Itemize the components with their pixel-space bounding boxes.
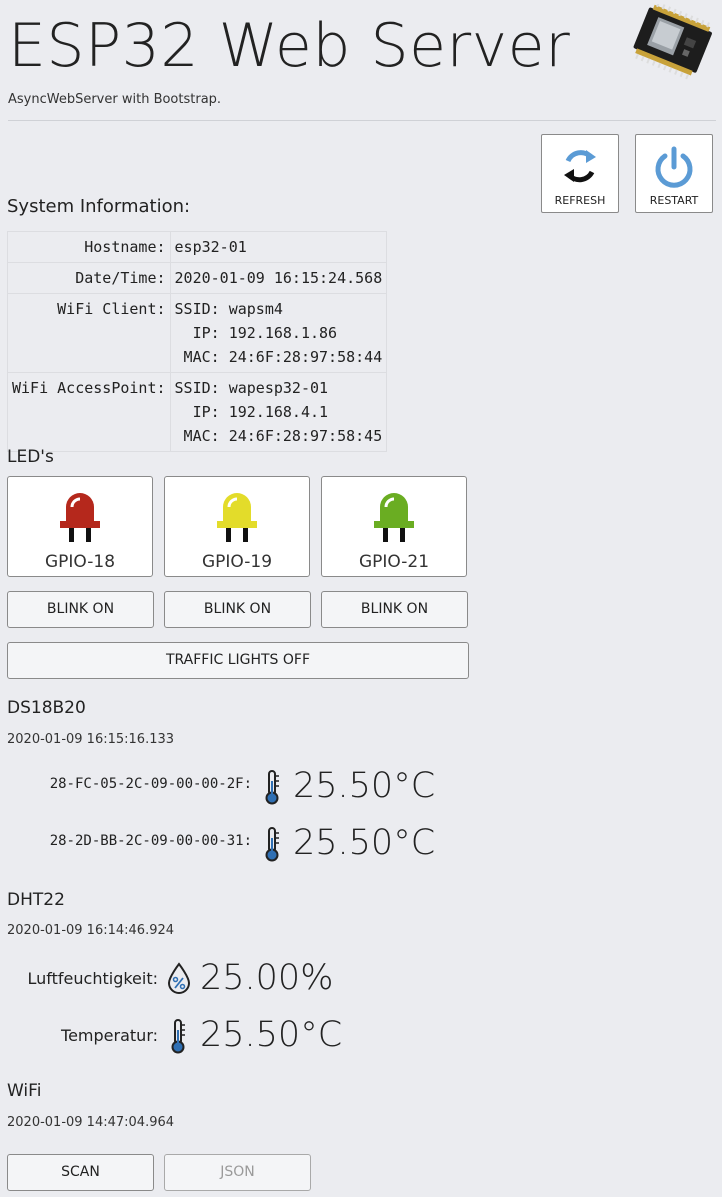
info-key: Date/Time:	[7, 262, 171, 294]
info-value: SSID: wapsm4 IP: 192.168.1.86 MAC: 24:6F…	[169, 293, 388, 373]
humidity-label: Luftfeuchtigkeit:	[27, 969, 158, 988]
led-icon	[374, 493, 414, 542]
blink-gpio19-button[interactable]: BLINK ON	[164, 591, 311, 628]
led-gpio19-button[interactable]: GPIO-19	[164, 476, 310, 577]
thermometer-icon	[265, 827, 279, 862]
info-value: SSID: wapesp32-01 IP: 192.168.4.1 MAC: 2…	[169, 372, 388, 452]
info-key: WiFi Client:	[7, 293, 171, 373]
led-icon	[217, 493, 257, 542]
power-icon	[655, 146, 693, 188]
dht22-heading: DHT22	[7, 890, 65, 910]
refresh-label: REFRESH	[554, 194, 606, 207]
wifi-heading: WiFi	[7, 1081, 42, 1101]
refresh-icon	[564, 150, 596, 183]
table-row: Hostname: esp32-01	[7, 231, 388, 263]
led-gpio18-button[interactable]: GPIO-18	[7, 476, 153, 577]
led-icon	[60, 493, 100, 542]
json-button[interactable]: JSON	[164, 1154, 311, 1191]
restart-button[interactable]: RESTART	[635, 134, 713, 213]
table-row: Date/Time: 2020-01-09 16:15:24.568	[7, 262, 388, 294]
info-value: esp32-01	[169, 231, 388, 263]
esp32-board-image	[633, 4, 712, 80]
scan-button[interactable]: SCAN	[7, 1154, 154, 1191]
sensor-id: 28-2D-BB-2C-09-00-00-31:	[49, 833, 252, 849]
dht22-temp-value: 25.50°C	[200, 1015, 343, 1055]
info-key: Hostname:	[7, 231, 171, 263]
info-value: 2020-01-09 16:15:24.568	[169, 262, 388, 294]
thermometer-icon	[171, 1019, 185, 1054]
ds18b20-timestamp: 2020-01-09 16:15:16.133	[7, 732, 175, 747]
table-row: WiFi AccessPoint: SSID: wapesp32-01 IP: …	[7, 372, 388, 452]
blink-gpio21-button[interactable]: BLINK ON	[321, 591, 468, 628]
wifi-timestamp: 2020-01-09 14:47:04.964	[7, 1115, 175, 1130]
leds-heading: LED's	[7, 447, 54, 467]
traffic-lights-button[interactable]: TRAFFIC LIGHTS OFF	[7, 642, 469, 679]
led-label: GPIO-18	[44, 552, 116, 572]
table-row: WiFi Client: SSID: wapsm4 IP: 192.168.1.…	[7, 293, 388, 373]
restart-label: RESTART	[649, 194, 699, 207]
system-info-heading: System Information:	[7, 196, 191, 217]
page-title: ESP32 Web Server	[8, 11, 571, 81]
sensor-temp-value: 25.50°C	[293, 766, 436, 806]
led-label: GPIO-19	[201, 552, 273, 572]
info-key: WiFi AccessPoint:	[7, 372, 171, 452]
humidity-drop-icon	[167, 962, 191, 994]
thermometer-icon	[265, 770, 279, 805]
ds18b20-heading: DS18B20	[7, 698, 86, 718]
humidity-value: 25.00%	[200, 958, 334, 998]
temperature-label: Temperatur:	[61, 1026, 158, 1045]
led-label: GPIO-21	[358, 552, 430, 572]
dht22-timestamp: 2020-01-09 16:14:46.924	[7, 923, 175, 938]
sensor-temp-value: 25.50°C	[293, 823, 436, 863]
sensor-id: 28-FC-05-2C-09-00-00-2F:	[49, 776, 252, 792]
led-gpio21-button[interactable]: GPIO-21	[321, 476, 467, 577]
blink-gpio18-button[interactable]: BLINK ON	[7, 591, 154, 628]
page-subtitle: AsyncWebServer with Bootstrap.	[8, 92, 222, 107]
header-divider	[8, 120, 716, 121]
refresh-button[interactable]: REFRESH	[541, 134, 619, 213]
system-info-table: Hostname: esp32-01 Date/Time: 2020-01-09…	[7, 231, 388, 452]
